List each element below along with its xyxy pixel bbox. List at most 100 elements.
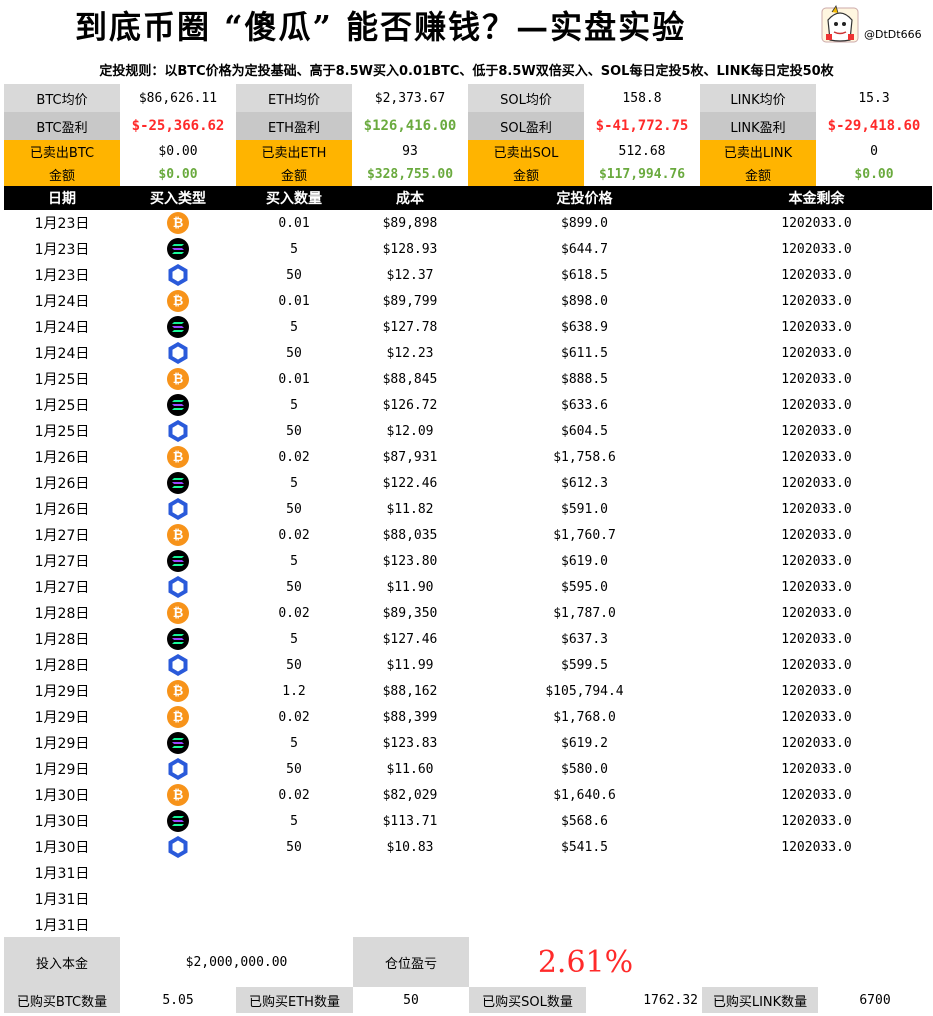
row-buy-qty: 5 [290,397,298,413]
row-cost: $127.78 [382,319,438,335]
row-date: 1月25日 [34,372,90,388]
row-dca-price: $595.0 [561,579,608,595]
row-buy-type [120,886,236,912]
row-principal-remaining [701,886,932,912]
row-dca-price: $619.2 [561,735,608,751]
table-row: 1月23日 50 $12.37 $618.5 1202033.0 [4,262,932,288]
bitcoin-icon: ₿ [167,290,189,312]
link-holdings-value: 6700 [859,992,891,1008]
table-row: 1月26日 ₿ 0.02 $87,931 $1,758.6 1202033.0 [4,444,932,470]
row-buy-type [120,626,236,652]
row-buy-type: ₿ [120,782,236,808]
row-buy-qty: 0.01 [278,371,310,387]
row-date: 1月31日 [34,892,90,908]
row-buy-qty: 5 [290,241,298,257]
sol-profit-value: $-41,772.75 [584,112,700,140]
row-dca-price [468,912,701,938]
eth-sold-qty: 93 [402,144,418,159]
row-date: 1月28日 [34,658,90,674]
row-principal-remaining: 1202033.0 [781,761,852,777]
row-dca-price: $105,794.4 [545,683,624,699]
row-buy-type [120,496,236,522]
link-sold-label-top: 已卖出LINK [723,146,793,161]
row-cost: $123.83 [382,735,438,751]
table-row: 1月24日 5 $127.78 $638.9 1202033.0 [4,314,932,340]
row-buy-type [120,548,236,574]
row-buy-type [120,470,236,496]
pnl-label: 仓位盈亏 [353,937,469,987]
row-principal-remaining: 1202033.0 [781,345,852,361]
row-principal-remaining: 1202033.0 [781,631,852,647]
btc-profit-value: $-25,366.62 [120,112,236,140]
row-buy-qty [236,860,352,886]
row-principal-remaining: 1202033.0 [781,423,852,439]
row-date: 1月24日 [34,320,90,336]
bitcoin-icon: ₿ [167,524,189,546]
row-cost: $89,898 [382,215,438,231]
row-date: 1月30日 [34,814,90,830]
row-buy-qty: 0.01 [278,293,310,309]
row-principal-remaining: 1202033.0 [781,241,852,257]
row-date: 1月27日 [34,580,90,596]
eth-sold-amount: $328,755.00 [366,167,454,182]
row-buy-qty: 0.02 [278,709,310,725]
chainlink-icon [167,264,189,286]
row-cost: $128.93 [382,241,438,257]
row-buy-type: ₿ [120,288,236,314]
btc-avg-value: $86,626.11 [120,84,236,112]
table-row: 1月25日 50 $12.09 $604.5 1202033.0 [4,418,932,444]
row-dca-price: $1,758.6 [553,449,616,465]
row-principal-remaining: 1202033.0 [781,319,852,335]
link-profit-value: $-29,418.60 [816,112,932,140]
row-cost [352,886,468,912]
row-buy-type: ₿ [120,704,236,730]
row-date: 1月27日 [34,528,90,544]
row-buy-type [120,236,236,262]
row-dca-price: $1,760.7 [553,527,616,543]
chainlink-icon [167,342,189,364]
row-buy-qty: 5 [290,631,298,647]
row-buy-qty: 5 [290,735,298,751]
row-date: 1月23日 [34,242,90,258]
row-cost: $88,399 [382,709,438,725]
table-row: 1月29日 ₿ 0.02 $88,399 $1,768.0 1202033.0 [4,704,932,730]
solana-icon [167,472,189,494]
solana-icon [167,394,189,416]
row-buy-type [120,418,236,444]
row-buy-qty: 50 [286,761,302,777]
row-cost: $88,035 [382,527,438,543]
table-row: 1月30日 5 $113.71 $568.6 1202033.0 [4,808,932,834]
row-principal-remaining: 1202033.0 [781,813,852,829]
row-cost: $82,029 [382,787,438,803]
row-cost: $127.46 [382,631,438,647]
bitcoin-icon: ₿ [167,446,189,468]
row-date: 1月25日 [34,398,90,414]
table-row: 1月29日 ₿ 1.2 $88,162 $105,794.4 1202033.0 [4,678,932,704]
eth-avg-value: $2,373.67 [352,84,468,112]
rules-text: 定投规则：以BTC价格为定投基础、高于8.5W买入0.01BTC、低于8.5W双… [99,64,834,79]
row-dca-price [468,860,701,886]
row-principal-remaining: 1202033.0 [781,709,852,725]
table-row: 1月30日 50 $10.83 $541.5 1202033.0 [4,834,932,860]
row-principal-remaining: 1202033.0 [781,397,852,413]
header-principal-remaining: 本金剩余 [788,191,845,207]
table-row: 1月27日 5 $123.80 $619.0 1202033.0 [4,548,932,574]
bitcoin-icon: ₿ [167,706,189,728]
row-date: 1月31日 [34,918,90,934]
btc-sold-qty: $0.00 [158,144,198,159]
link-holdings-label: 已购买LINK数量 [702,987,818,1013]
table-body: 1月23日 ₿ 0.01 $89,898 $899.0 1202033.0 1月23日 5 $1… [4,210,932,938]
principal-value: $2,000,000.00 [185,954,288,970]
row-buy-qty: 0.02 [278,527,310,543]
sol-sold-values: 512.68 $117,994.76 [584,140,700,186]
row-buy-type [120,262,236,288]
row-buy-qty: 5 [290,813,298,829]
solana-icon [167,238,189,260]
row-principal-remaining: 1202033.0 [781,683,852,699]
row-cost: $12.37 [386,267,434,283]
table-row: 1月24日 50 $12.23 $611.5 1202033.0 [4,340,932,366]
sol-sold-label-top: 已卖出SOL [493,146,559,161]
sol-sold-label: 已卖出SOL 金额 [468,140,584,186]
table-row: 1月25日 ₿ 0.01 $88,845 $888.5 1202033.0 [4,366,932,392]
row-dca-price: $1,768.0 [553,709,616,725]
